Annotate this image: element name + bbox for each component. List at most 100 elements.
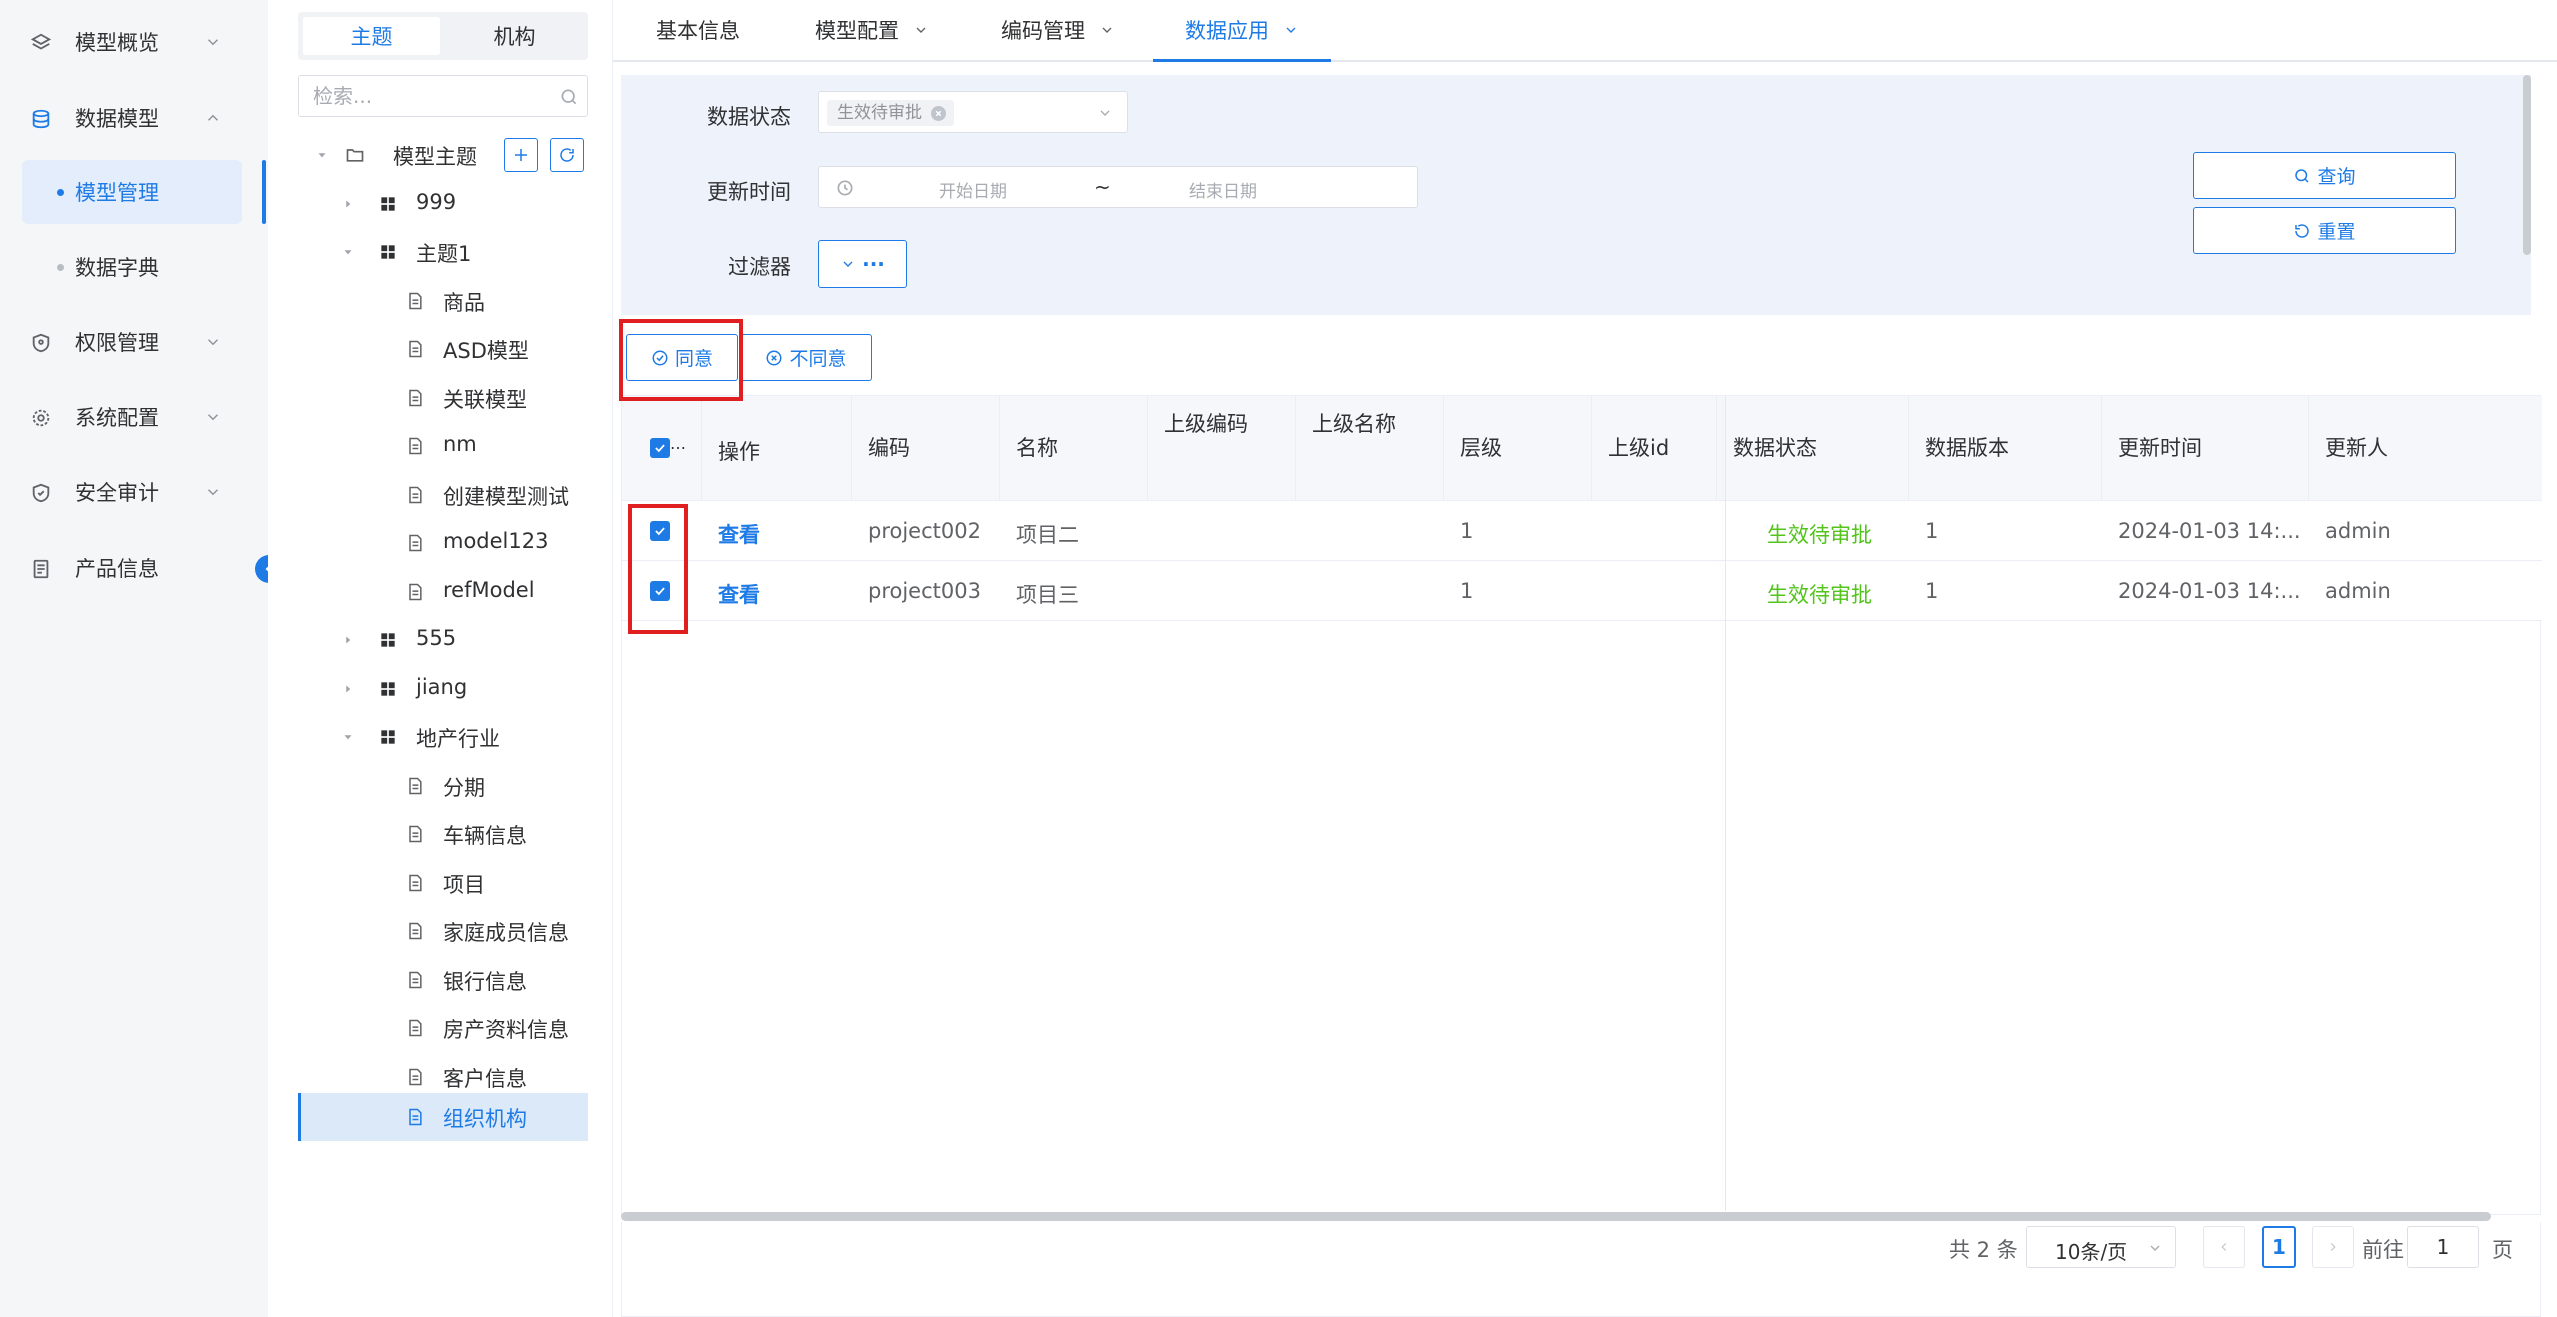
tree-leaf[interactable]: 家庭成员信息 <box>268 909 613 953</box>
view-link[interactable]: 查看 <box>718 579 760 609</box>
file-icon <box>409 971 422 989</box>
plus-icon <box>515 149 527 161</box>
caret-right-icon <box>346 200 351 208</box>
filter-dropdown-button[interactable]: ··· <box>818 240 907 288</box>
nav-item-data-model[interactable]: 数据模型 <box>0 87 268 149</box>
refresh-tree-button[interactable] <box>550 138 584 172</box>
more-icon: ··· <box>862 252 885 276</box>
tab-theme[interactable]: 主题 <box>303 17 440 55</box>
tab-code-management[interactable]: 编码管理 <box>1001 0 1115 60</box>
nav-item-permission[interactable]: 权限管理 <box>0 311 268 373</box>
tree-leaf[interactable]: nm <box>268 424 613 468</box>
file-icon <box>409 922 422 940</box>
goto-prefix: 前往 <box>2362 1238 2404 1262</box>
start-date-input[interactable]: 开始日期 <box>939 177 1007 202</box>
nav-item-system-config[interactable]: 系统配置 <box>0 386 268 448</box>
chevron-right-icon <box>2330 1243 2336 1251</box>
highlight-box <box>619 319 743 401</box>
page-size-select[interactable]: 10条/页 <box>2026 1226 2176 1268</box>
file-icon <box>409 292 422 310</box>
column-header: 数据状态 <box>1717 396 1909 501</box>
close-icon[interactable] <box>931 106 946 121</box>
filter-label: 过滤器 <box>728 255 791 279</box>
goto-page-input[interactable] <box>2407 1226 2479 1268</box>
tree-leaf[interactable]: ASD模型 <box>268 327 613 371</box>
tree-leaf-selected[interactable]: 组织机构 <box>298 1093 588 1141</box>
nav-subitem-data-dictionary[interactable]: 数据字典 <box>22 235 242 299</box>
tree-leaf[interactable]: 关联模型 <box>268 376 613 420</box>
tree-node-label: 主题1 <box>416 242 472 266</box>
filter-panel: 数据状态 生效待审批 更新时间 开始日期 ~ 结束日期 过滤器 ··· 查询 重… <box>621 75 2531 315</box>
end-date-input[interactable]: 结束日期 <box>1189 177 1257 202</box>
main-content: 基本信息 模型配置 编码管理 数据应用 数据状态 生效待审批 更新时间 开始日期… <box>613 0 2557 1317</box>
cell-updated: 2024-01-03 14:... <box>2118 579 2301 603</box>
highlight-box <box>628 504 688 634</box>
nav-item-product-info[interactable]: 产品信息 <box>0 537 268 599</box>
status-select[interactable]: 生效待审批 <box>818 91 1128 133</box>
tab-model-config[interactable]: 模型配置 <box>815 0 929 60</box>
tree-leaf-label: 银行信息 <box>443 970 527 994</box>
tab-data-application[interactable]: 数据应用 <box>1153 0 1331 62</box>
goto-suffix: 页 <box>2492 1238 2513 1262</box>
horizontal-scrollbar[interactable] <box>621 1212 2491 1221</box>
tree-leaf[interactable]: 银行信息 <box>268 958 613 1002</box>
cell-level: 1 <box>1460 519 1474 543</box>
column-header: 上级id <box>1592 396 1717 501</box>
tree-search-input[interactable] <box>299 76 549 116</box>
search-icon[interactable] <box>559 87 579 107</box>
cell-updater: admin <box>2325 579 2391 603</box>
tree-panel: 主题 机构 模型主题 999 主题1 商品 ASD模型 关联模型 <box>268 0 613 1317</box>
disagree-label: 不同意 <box>789 348 847 370</box>
nav-item-security-audit[interactable]: 安全审计 <box>0 461 268 523</box>
tree-node[interactable]: 主题1 <box>268 230 613 274</box>
tab-label: 模型配置 <box>815 19 899 43</box>
select-all-checkbox[interactable] <box>650 438 670 458</box>
add-node-button[interactable] <box>504 138 538 172</box>
cell-status: 生效待审批 <box>1767 583 1872 607</box>
gear-icon <box>32 409 50 427</box>
chevron-left-icon <box>2221 1243 2227 1251</box>
tree-leaf[interactable]: refModel <box>268 570 613 614</box>
tree-leaf[interactable]: model123 <box>268 521 613 565</box>
tab-organization[interactable]: 机构 <box>446 17 583 55</box>
tree-leaf-label: 商品 <box>443 291 485 315</box>
vertical-scrollbar[interactable] <box>2523 75 2531 255</box>
bullet-icon <box>57 264 64 271</box>
tree-node[interactable]: 地产行业 <box>268 715 613 759</box>
tree-leaf[interactable]: 创建模型测试 <box>268 473 613 517</box>
tree-leaf-label: refModel <box>443 578 535 602</box>
tree-node[interactable]: 999 <box>268 182 613 226</box>
cell-code: project002 <box>868 519 981 543</box>
column-header: 名称 <box>1000 396 1148 501</box>
tree-leaf[interactable]: 分期 <box>268 764 613 808</box>
next-page-button[interactable] <box>2312 1226 2354 1268</box>
tree-search <box>298 75 588 117</box>
date-range-picker[interactable]: 开始日期 ~ 结束日期 <box>818 166 1418 208</box>
tab-basic-info[interactable]: 基本信息 <box>656 0 740 60</box>
search-icon <box>2295 168 2310 183</box>
prev-page-button[interactable] <box>2203 1226 2245 1268</box>
query-button[interactable]: 查询 <box>2193 152 2456 199</box>
disagree-button[interactable]: 不同意 <box>740 334 872 381</box>
tree-leaf[interactable]: 房产资料信息 <box>268 1006 613 1050</box>
nav-subitem-model-management[interactable]: 模型管理 <box>22 160 242 224</box>
tree-leaf-label: 项目 <box>443 873 485 897</box>
nav-label: 安全审计 <box>75 481 159 505</box>
file-icon <box>409 583 422 601</box>
view-link[interactable]: 查看 <box>718 519 760 549</box>
grid-icon <box>381 197 395 211</box>
check-icon <box>655 444 665 453</box>
tree-node[interactable]: jiang <box>268 667 613 711</box>
grid-icon <box>381 730 395 744</box>
page-number-current[interactable]: 1 <box>2262 1226 2296 1268</box>
tree-leaf[interactable]: 项目 <box>268 861 613 905</box>
tree-node[interactable]: 555 <box>268 618 613 662</box>
nav-item-model-overview[interactable]: 模型概览 <box>0 11 268 73</box>
tree-leaf[interactable]: 车辆信息 <box>268 812 613 856</box>
tree-leaf[interactable]: 商品 <box>268 279 613 323</box>
cell-updated: 2024-01-03 14:... <box>2118 519 2301 543</box>
query-label: 查询 <box>2317 166 2356 188</box>
reset-button[interactable]: 重置 <box>2193 207 2456 254</box>
file-icon <box>409 1019 422 1037</box>
chevron-down-icon <box>916 27 926 33</box>
